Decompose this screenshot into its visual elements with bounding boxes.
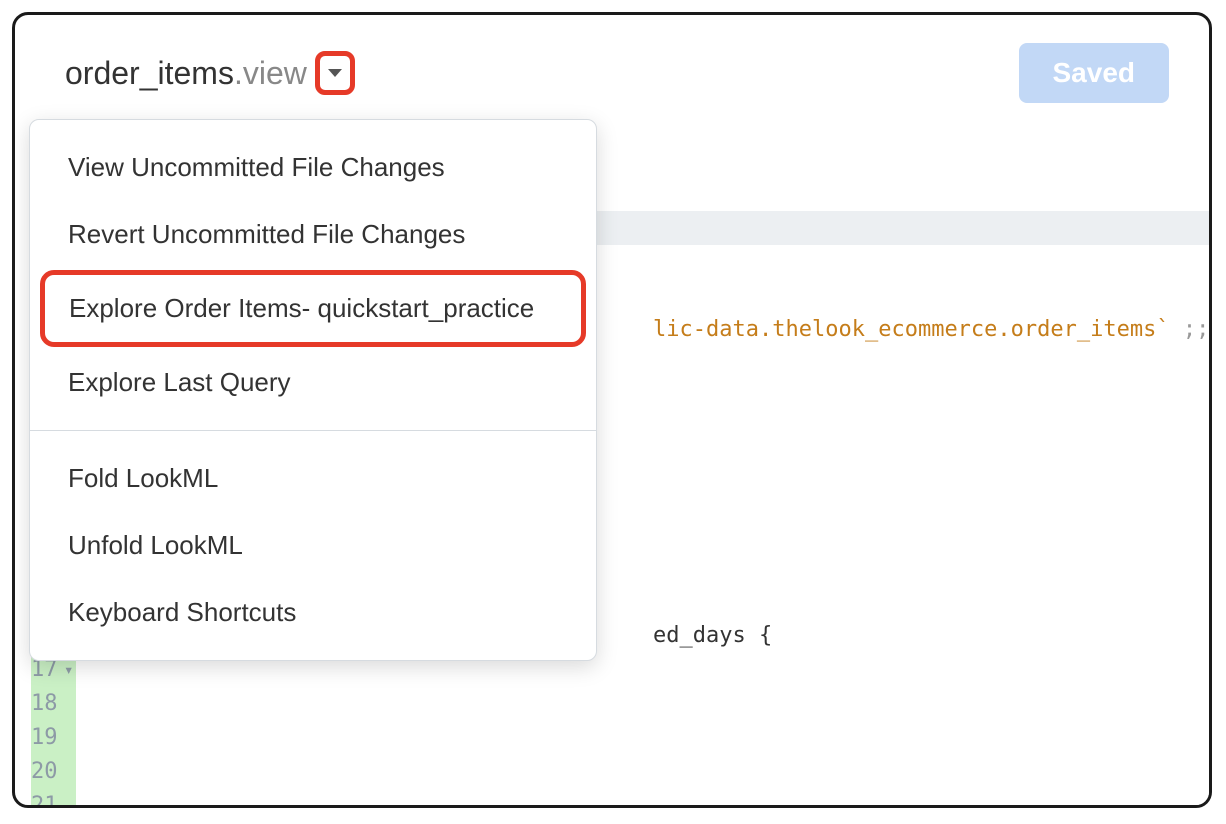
menu-fold-lookml[interactable]: Fold LookML xyxy=(30,445,596,512)
gutter-line-number: 20 xyxy=(31,755,58,789)
gutter-line-number: 19 xyxy=(31,721,58,755)
dropdown-group: Fold LookML Unfold LookML Keyboard Short… xyxy=(30,431,596,660)
saved-button: Saved xyxy=(1019,43,1170,103)
code-punct: ;; xyxy=(1170,317,1210,342)
code-text: ed_days { xyxy=(653,623,772,648)
file-ext: .view xyxy=(234,55,307,91)
dropdown-group: View Uncommitted File Changes Revert Unc… xyxy=(30,120,596,430)
menu-keyboard-shortcuts[interactable]: Keyboard Shortcuts xyxy=(30,579,596,646)
file-actions-dropdown: View Uncommitted File Changes Revert Unc… xyxy=(29,119,597,661)
gutter-line-number: 21 xyxy=(31,789,58,808)
header-bar: order_items.view Saved xyxy=(15,15,1209,131)
code-string: lic-data.thelook_ecommerce.order_items` xyxy=(653,317,1170,342)
menu-revert-uncommitted[interactable]: Revert Uncommitted File Changes xyxy=(30,201,596,268)
caret-down-icon xyxy=(327,67,343,79)
menu-unfold-lookml[interactable]: Unfold LookML xyxy=(30,512,596,579)
menu-explore-order-items[interactable]: Explore Order Items- quickstart_practice xyxy=(40,270,586,347)
menu-explore-last-query[interactable]: Explore Last Query xyxy=(30,349,596,416)
menu-view-uncommitted[interactable]: View Uncommitted File Changes xyxy=(30,134,596,201)
file-title-wrap: order_items.view xyxy=(65,51,355,95)
saved-button-label: Saved xyxy=(1053,57,1136,88)
file-title: order_items.view xyxy=(65,55,307,92)
file-base: order_items xyxy=(65,55,234,91)
ide-window: order_items.view Saved xyxy=(12,12,1212,808)
gutter-line-number: 18 xyxy=(31,687,58,721)
code-line xyxy=(84,721,1210,755)
file-menu-caret-button[interactable] xyxy=(315,51,355,95)
